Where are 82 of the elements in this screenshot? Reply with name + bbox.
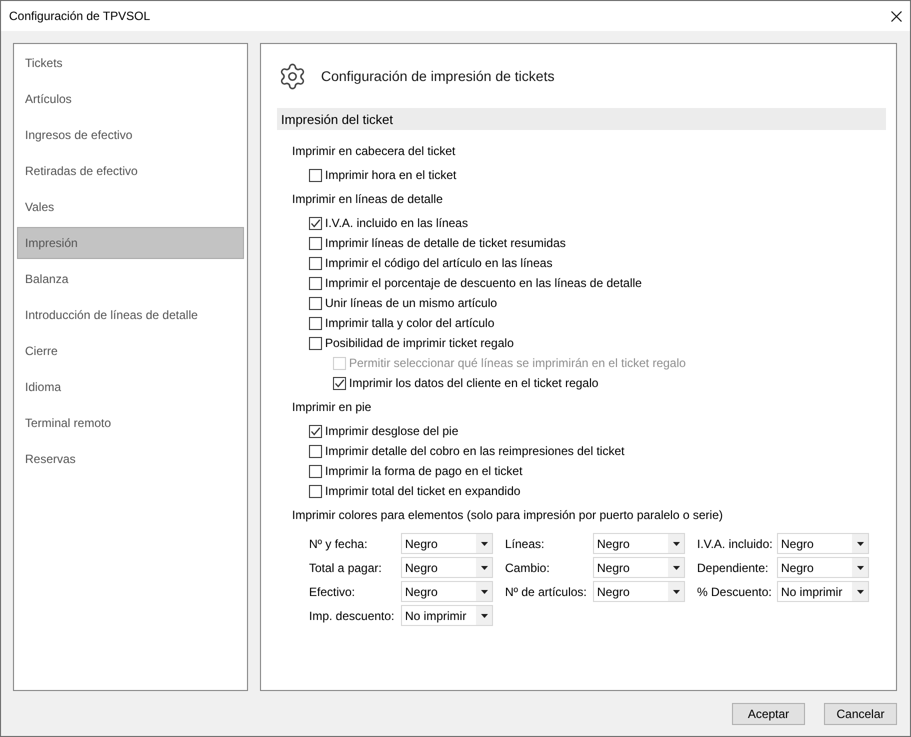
check-icon — [334, 378, 345, 388]
caret-icon — [672, 542, 680, 546]
checkbox[interactable] — [309, 256, 322, 270]
checkbox-label[interactable]: Unir líneas de un mismo artículo — [325, 296, 498, 310]
checkbox-label[interactable]: Imprimir hora en el ticket — [325, 168, 456, 182]
dropdown[interactable]: Negro — [777, 557, 869, 578]
checkbox[interactable] — [309, 336, 322, 350]
group-label: Imprimir en pie — [292, 399, 372, 416]
checkbox-label[interactable]: Imprimir líneas de detalle de ticket resumidas — [325, 236, 566, 250]
gear-icon — [278, 62, 307, 90]
checkbox-label[interactable]: Imprimir el código del artículo en las líneas — [325, 256, 552, 270]
checkbox[interactable] — [309, 216, 322, 230]
close-icon[interactable] — [891, 10, 902, 22]
group-label: Imprimir en líneas de detalle — [292, 191, 443, 208]
caret-icon — [480, 590, 488, 594]
sidebar-item[interactable]: Tickets — [17, 47, 244, 79]
sidebar-item[interactable]: Vales — [17, 191, 244, 223]
checkbox-label[interactable]: Imprimir total del ticket en expandido — [325, 484, 520, 498]
sidebar-item[interactable]: Idioma — [17, 371, 244, 403]
caret-icon — [480, 542, 488, 546]
caret-icon — [480, 614, 488, 618]
checkbox[interactable] — [309, 276, 322, 290]
checkbox-label[interactable]: Imprimir detalle del cobro en las reimpresiones del ticket — [325, 444, 624, 458]
checkbox-label[interactable]: Imprimir los datos del cliente en el ticket regalo — [349, 376, 598, 390]
field-label: Líneas: — [505, 536, 544, 550]
field-label: Imp. descuento: — [309, 608, 394, 622]
checkbox-label[interactable]: I.V.A. incluido en las líneas — [325, 216, 468, 230]
caret-icon — [672, 590, 680, 594]
panel-title: Configuración de impresión de tickets — [321, 68, 554, 84]
checkbox[interactable] — [309, 316, 322, 330]
field-label: Efectivo: — [309, 584, 356, 598]
sidebar-item[interactable]: Cierre — [17, 335, 244, 367]
checkbox[interactable] — [309, 464, 322, 478]
sidebar-item[interactable]: Terminal remoto — [17, 407, 244, 439]
group-label: Imprimir colores para elementos (solo para impresión por puerto paralelo o serie) — [292, 507, 723, 524]
checkbox[interactable] — [309, 444, 322, 458]
caret-icon — [672, 566, 680, 570]
checkbox[interactable] — [309, 168, 322, 182]
sidebar-item[interactable]: Ingresos de efectivo — [17, 119, 244, 151]
checkbox[interactable] — [333, 376, 346, 390]
dropdown[interactable]: Negro — [401, 557, 493, 578]
dropdown[interactable]: Negro — [593, 557, 685, 578]
sidebar-item[interactable]: Artículos — [17, 83, 244, 115]
checkbox[interactable] — [309, 296, 322, 310]
field-label: Total a pagar: — [309, 560, 382, 574]
sidebar-item[interactable]: Retiradas de efectivo — [17, 155, 244, 187]
dropdown[interactable]: Negro — [401, 533, 493, 554]
checkbox[interactable] — [309, 236, 322, 250]
dropdown[interactable]: No imprimir — [401, 605, 493, 626]
sidebar-item[interactable]: Introducción de líneas de detalle — [17, 299, 244, 331]
field-label: Nº de artículos: — [505, 584, 587, 598]
check-icon — [310, 218, 321, 228]
caret-icon — [856, 542, 864, 546]
checkbox-label[interactable]: Imprimir la forma de pago en el ticket — [325, 464, 522, 478]
window-title: Configuración de TPVSOL — [9, 9, 150, 23]
checkbox[interactable] — [309, 484, 322, 498]
sidebar-item[interactable]: Reservas — [17, 443, 244, 475]
field-label: Dependiente: — [697, 560, 768, 574]
dropdown[interactable]: Negro — [401, 581, 493, 602]
caret-icon — [856, 590, 864, 594]
field-label: % Descuento: — [697, 584, 772, 598]
dropdown[interactable]: Negro — [593, 533, 685, 554]
sidebar-item[interactable]: Impresión — [17, 227, 244, 259]
checkbox-label[interactable]: Posibilidad de imprimir ticket regalo — [325, 336, 514, 350]
check-icon — [310, 426, 321, 436]
checkbox-label[interactable]: Imprimir el porcentaje de descuento en las líneas de detalle — [325, 276, 642, 290]
caret-icon — [856, 566, 864, 570]
field-label: I.V.A. incluido: — [697, 536, 773, 550]
dialog-button[interactable]: Aceptar — [732, 703, 805, 725]
sidebar-item[interactable]: Balanza — [17, 263, 244, 295]
checkbox[interactable] — [309, 424, 322, 438]
group-label: Imprimir en cabecera del ticket — [292, 143, 456, 160]
checkbox-label[interactable]: Imprimir desglose del pie — [325, 424, 458, 438]
section-header: Impresión del ticket — [277, 108, 886, 130]
dropdown[interactable]: Negro — [777, 533, 869, 554]
checkbox-label[interactable]: Imprimir talla y color del artículo — [325, 316, 494, 330]
field-label: Nº y fecha: — [309, 536, 368, 550]
field-label: Cambio: — [505, 560, 550, 574]
dropdown[interactable]: Negro — [593, 581, 685, 602]
dialog-button[interactable]: Cancelar — [824, 703, 897, 725]
dropdown[interactable]: No imprimir — [777, 581, 869, 602]
caret-icon — [480, 566, 488, 570]
